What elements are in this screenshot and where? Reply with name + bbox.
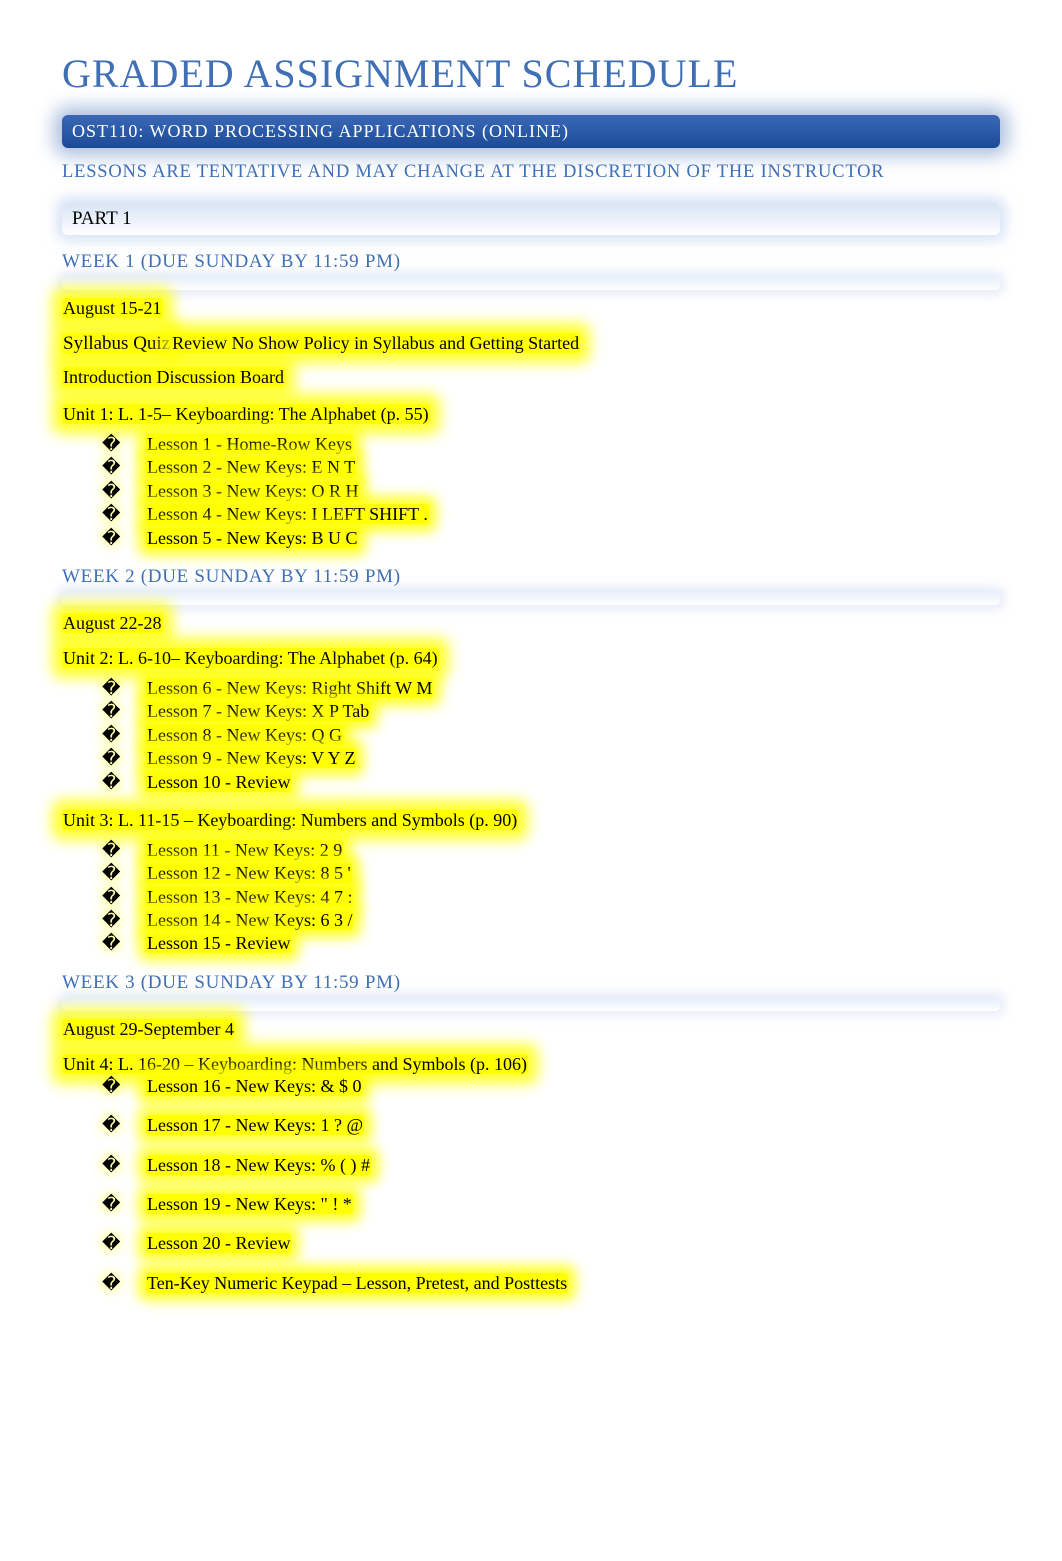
lesson-list: Lesson 1 - Home-Row Keys Lesson 2 - New … [102,433,1000,550]
list-item: Lesson 18 - New Keys: % ( ) # [102,1154,1000,1177]
syllabus-line: Syllabus QuizReview No Show Policy in Sy… [62,333,1000,355]
part-banner: PART 1 [62,203,1000,235]
list-item: Lesson 11 - New Keys: 2 9 [102,839,1000,862]
list-item: Lesson 7 - New Keys: X P Tab [102,700,1000,723]
week-section: WEEK 3 (DUE SUNDAY BY 11:59 PM) August 2… [62,972,1000,1295]
lesson-list: Lesson 16 - New Keys: & $ 0 Lesson 17 - … [102,1075,1000,1295]
list-item: Lesson 3 - New Keys: O R H [102,480,1000,503]
week-date: August 22-28 [62,613,1000,634]
intro-line: Introduction Discussion Board [62,367,1000,388]
list-item: Lesson 13 - New Keys: 4 7 : [102,886,1000,909]
unit-line: Unit 4: L. 16-20 – Keyboarding: Numbers … [62,1054,1000,1075]
week-section: WEEK 1 (DUE SUNDAY BY 11:59 PM) August 1… [62,251,1000,550]
unit-line: Unit 1: L. 1-5– Keyboarding: The Alphabe… [62,404,1000,425]
week-date: August 29-September 4 [62,1019,1000,1040]
unit-line: Unit 2: L. 6-10– Keyboarding: The Alphab… [62,648,1000,669]
list-item: Lesson 19 - New Keys: " ! * [102,1193,1000,1216]
list-item: Lesson 4 - New Keys: I LEFT SHIFT . [102,503,1000,526]
week-underbar [62,276,1000,290]
course-name: OST110: WORD PROCESSING APPLICATIONS (ON… [72,121,569,141]
list-item: Lesson 1 - Home-Row Keys [102,433,1000,456]
page-title: GRADED ASSIGNMENT SCHEDULE [62,50,1000,97]
part-label: PART 1 [72,208,132,229]
week-heading: WEEK 1 (DUE SUNDAY BY 11:59 PM) [62,251,1000,273]
list-item: Lesson 6 - New Keys: Right Shift W M [102,677,1000,700]
list-item: Lesson 15 - Review [102,932,1000,955]
week-heading: WEEK 2 (DUE SUNDAY BY 11:59 PM) [62,566,1000,588]
list-item: Lesson 14 - New Keys: 6 3 / [102,909,1000,932]
syllabus-text: Review No Show Policy in Syllabus and Ge… [171,333,580,353]
list-item: Lesson 2 - New Keys: E N T [102,456,1000,479]
list-item: Ten-Key Numeric Keypad – Lesson, Pretest… [102,1272,1000,1295]
disclaimer-text: LESSONS ARE TENTATIVE AND MAY CHANGE AT … [62,162,1000,183]
list-item: Lesson 8 - New Keys: Q G [102,724,1000,747]
week-underbar [62,997,1000,1011]
list-item: Lesson 20 - Review [102,1232,1000,1255]
week-underbar [62,591,1000,605]
list-item: Lesson 17 - New Keys: 1 ? @ [102,1114,1000,1137]
unit-line: Unit 3: L. 11-15 – Keyboarding: Numbers … [62,810,1000,831]
list-item: Lesson 12 - New Keys: 8 5 ' [102,862,1000,885]
course-banner: OST110: WORD PROCESSING APPLICATIONS (ON… [62,115,1000,148]
week-section: WEEK 2 (DUE SUNDAY BY 11:59 PM) August 2… [62,566,1000,956]
week-heading: WEEK 3 (DUE SUNDAY BY 11:59 PM) [62,972,1000,994]
lesson-list: Lesson 6 - New Keys: Right Shift W M Les… [102,677,1000,794]
list-item: Lesson 16 - New Keys: & $ 0 [102,1075,1000,1098]
syllabus-label: Syllabus Quiz [62,333,171,354]
list-item: Lesson 10 - Review [102,771,1000,794]
week-date: August 15-21 [62,298,1000,319]
lesson-list: Lesson 11 - New Keys: 2 9 Lesson 12 - Ne… [102,839,1000,956]
list-item: Lesson 5 - New Keys: B U C [102,527,1000,550]
list-item: Lesson 9 - New Keys: V Y Z [102,747,1000,770]
